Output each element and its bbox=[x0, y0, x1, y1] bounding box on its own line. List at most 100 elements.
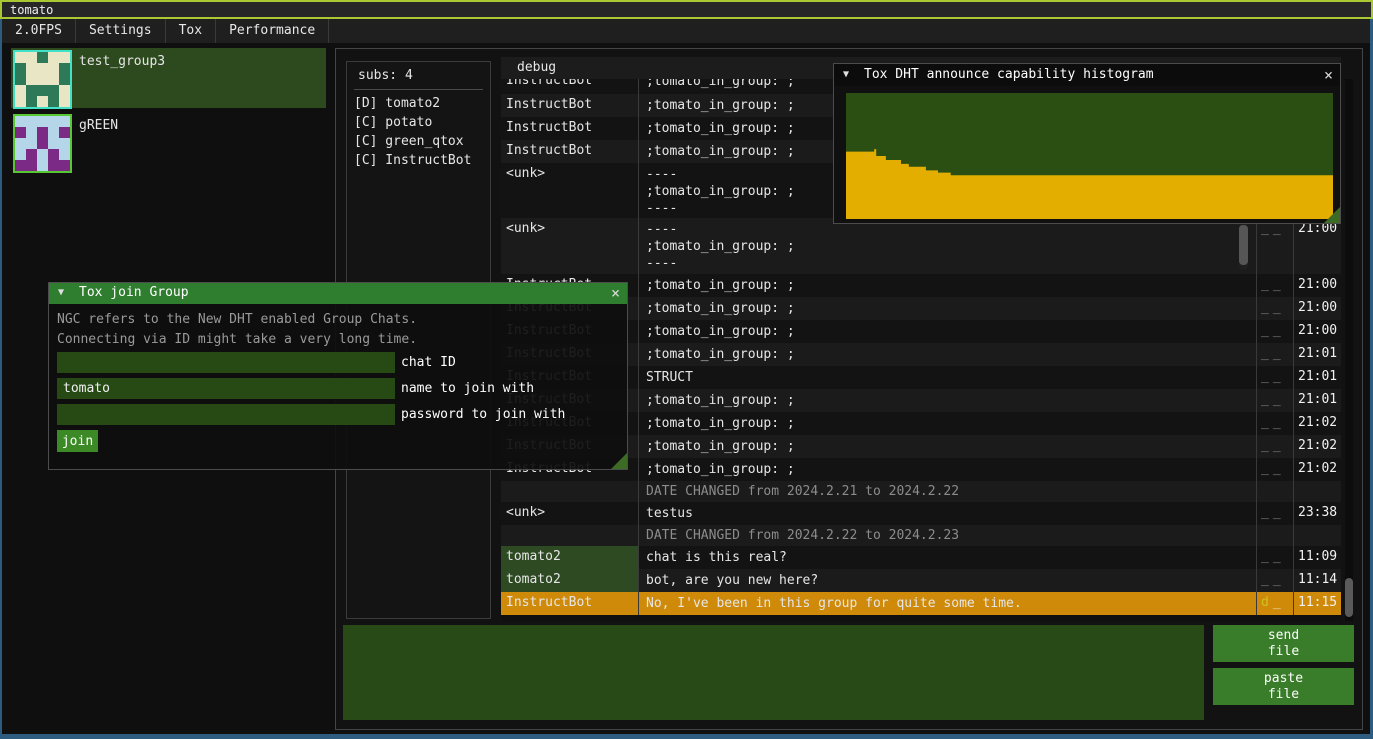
date-changed-label: DATE CHANGED from 2024.2.21 to 2024.2.22 bbox=[646, 484, 1336, 499]
dht-histogram-plot bbox=[846, 93, 1333, 219]
message-status: __ bbox=[1261, 438, 1293, 453]
avatar-pixel bbox=[59, 52, 70, 63]
pending-mark: _ bbox=[1273, 277, 1285, 292]
send-file-button[interactable]: send file bbox=[1213, 625, 1354, 662]
dht-histogram-titlebar[interactable]: ▼ Tox DHT announce capability histogram … bbox=[834, 64, 1340, 86]
avatar-pixel bbox=[59, 74, 70, 85]
message-text: ;tomato_in_group: ; bbox=[646, 461, 1246, 478]
collapse-arrow-icon[interactable]: ▼ bbox=[58, 287, 64, 298]
message-timestamp: 21:02 bbox=[1298, 415, 1341, 430]
pending-mark: _ bbox=[1273, 369, 1285, 384]
paste-file-button[interactable]: paste file bbox=[1213, 668, 1354, 705]
chat-row[interactable]: tomato2chat is this real?__11:09 bbox=[501, 546, 1341, 569]
pending-mark: _ bbox=[1261, 392, 1273, 407]
avatar-pixel bbox=[48, 96, 59, 107]
chat-scrollbar-track[interactable] bbox=[1345, 79, 1353, 621]
chat-row[interactable]: InstructBotNo, I've been in this group f… bbox=[501, 592, 1341, 615]
resize-grip[interactable] bbox=[1324, 207, 1340, 223]
avatar-pixel bbox=[48, 127, 59, 138]
avatar-pixel bbox=[48, 52, 59, 63]
close-icon[interactable]: × bbox=[611, 284, 620, 302]
avatar-pixel bbox=[15, 63, 26, 74]
message-text: ---- ;tomato_in_group: ; ---- bbox=[646, 221, 1246, 272]
join-name-field[interactable] bbox=[57, 378, 395, 399]
group-name: gREEN bbox=[79, 118, 118, 133]
avatar-pixel bbox=[48, 74, 59, 85]
group-name: test_group3 bbox=[79, 54, 165, 69]
window-title: tomato bbox=[10, 3, 53, 17]
message-text: No, I've been in this group for quite so… bbox=[646, 595, 1246, 612]
avatar-pixel bbox=[26, 127, 37, 138]
message-status: __ bbox=[1261, 505, 1293, 520]
menu-item-2-0fps[interactable]: 2.0FPS bbox=[2, 19, 76, 43]
menu-item-settings[interactable]: Settings bbox=[76, 19, 166, 43]
avatar-pixel bbox=[37, 116, 48, 127]
separator bbox=[354, 89, 483, 90]
pending-mark: _ bbox=[1273, 323, 1285, 338]
close-icon[interactable]: × bbox=[1324, 66, 1333, 84]
avatar-pixel bbox=[37, 96, 48, 107]
join-password-field[interactable] bbox=[57, 404, 395, 425]
avatar-pixel bbox=[26, 116, 37, 127]
pending-mark: _ bbox=[1261, 346, 1273, 361]
avatar-pixel bbox=[37, 74, 48, 85]
avatar-pixel bbox=[37, 138, 48, 149]
join-group-window: ▼ Tox join Group × NGC refers to the New… bbox=[48, 282, 628, 470]
avatar-pixel bbox=[59, 149, 70, 160]
message-input[interactable] bbox=[343, 625, 1204, 720]
window-titlebar[interactable]: tomato bbox=[0, 0, 1373, 19]
chat-scrollbar-thumb[interactable] bbox=[1345, 578, 1353, 617]
join-button[interactable]: join bbox=[57, 430, 98, 452]
message-status: __ bbox=[1261, 323, 1293, 338]
avatar-pixel bbox=[48, 138, 59, 149]
date-divider-row[interactable]: DATE CHANGED from 2024.2.21 to 2024.2.22 bbox=[501, 481, 1341, 502]
sender-name: <unk> bbox=[506, 166, 634, 181]
group-item-test_group3[interactable]: test_group3 bbox=[11, 48, 326, 108]
chat-row[interactable]: <unk>testus__23:38 bbox=[501, 502, 1341, 525]
message-status: __ bbox=[1261, 300, 1293, 315]
chat-id-field[interactable] bbox=[57, 352, 395, 373]
join-desc-line1: NGC refers to the New DHT enabled Group … bbox=[57, 312, 417, 327]
menu-item-performance[interactable]: Performance bbox=[216, 19, 329, 43]
subs-member: [C] InstructBot bbox=[354, 153, 471, 168]
group-item-gREEN[interactable]: gREEN bbox=[11, 112, 326, 170]
subs-member: [D] tomato2 bbox=[354, 96, 440, 111]
chat-id-label: chat ID bbox=[401, 355, 456, 370]
pending-mark: _ bbox=[1273, 549, 1285, 564]
avatar-pixel bbox=[59, 116, 70, 127]
avatar-pixel bbox=[59, 138, 70, 149]
message-scrollbar-thumb[interactable] bbox=[1239, 225, 1248, 265]
avatar-pixel bbox=[59, 63, 70, 74]
chat-row[interactable]: <unk>---- ;tomato_in_group: ; ----__21:0… bbox=[501, 218, 1341, 274]
avatar-pixel bbox=[26, 52, 37, 63]
chat-row[interactable]: tomato2bot, are you new here?__11:14 bbox=[501, 569, 1341, 592]
avatar-pixel bbox=[48, 116, 59, 127]
message-text: ;tomato_in_group: ; bbox=[646, 346, 1246, 363]
tab-debug[interactable]: debug bbox=[517, 60, 556, 75]
pending-mark: _ bbox=[1273, 346, 1285, 361]
message-timestamp: 23:38 bbox=[1298, 505, 1341, 520]
menu-item-tox[interactable]: Tox bbox=[166, 19, 216, 43]
resize-grip[interactable] bbox=[611, 453, 627, 469]
message-timestamp: 21:02 bbox=[1298, 461, 1341, 476]
delivered-mark: d bbox=[1261, 595, 1273, 610]
message-status: __ bbox=[1261, 346, 1293, 361]
message-text: testus bbox=[646, 505, 1246, 522]
message-timestamp: 11:09 bbox=[1298, 549, 1341, 564]
avatar-pixel bbox=[26, 138, 37, 149]
pending-mark: _ bbox=[1273, 300, 1285, 315]
message-status: __ bbox=[1261, 277, 1293, 292]
pending-mark: _ bbox=[1273, 572, 1285, 587]
dht-histogram-title: Tox DHT announce capability histogram bbox=[864, 67, 1154, 82]
join-group-titlebar[interactable]: ▼ Tox join Group × bbox=[49, 283, 627, 304]
message-timestamp: 11:15 bbox=[1298, 595, 1341, 610]
frame-border-bottom bbox=[0, 734, 1373, 739]
date-divider-row[interactable]: DATE CHANGED from 2024.2.22 to 2024.2.23 bbox=[501, 525, 1341, 546]
avatar-pixel bbox=[59, 160, 70, 171]
avatar-pixel bbox=[48, 63, 59, 74]
avatar-pixel bbox=[37, 85, 48, 96]
collapse-arrow-icon[interactable]: ▼ bbox=[843, 69, 849, 80]
avatar-pixel bbox=[48, 149, 59, 160]
avatar-pixel bbox=[59, 85, 70, 96]
message-text: chat is this real? bbox=[646, 549, 1246, 566]
